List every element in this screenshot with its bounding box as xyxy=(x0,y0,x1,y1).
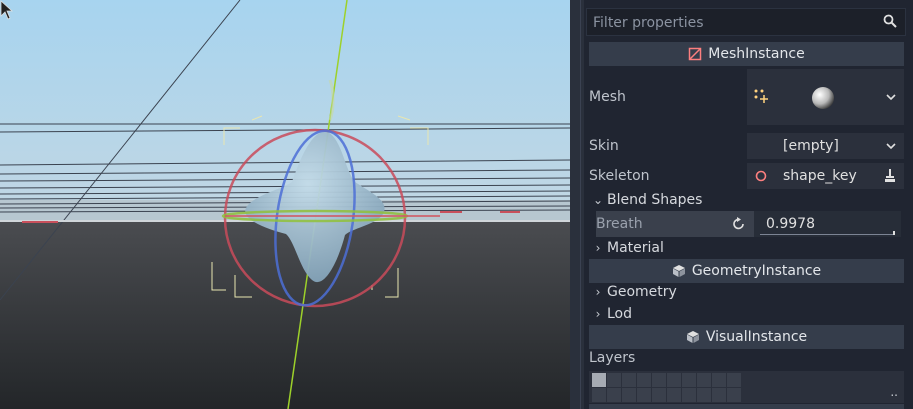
section-geometry-instance: GeometryInstance xyxy=(589,259,904,283)
skeleton-label: Skeleton xyxy=(589,168,650,184)
cube-icon xyxy=(686,331,699,343)
layer-bit[interactable] xyxy=(592,388,606,402)
3d-viewport[interactable] xyxy=(0,0,570,409)
layer-bit[interactable] xyxy=(637,388,651,402)
chevron-down-icon[interactable] xyxy=(886,133,896,159)
skin-property: Skin [empty] xyxy=(589,133,904,159)
inspector-panel: MeshInstance Mesh xyxy=(584,0,913,409)
skin-resource-picker[interactable]: [empty] xyxy=(747,133,904,159)
layer-bit[interactable] xyxy=(607,373,621,387)
mesh-instance-icon xyxy=(689,47,702,61)
layer-bit[interactable] xyxy=(727,373,741,387)
mesh-label: Mesh xyxy=(589,89,626,105)
layer-bit[interactable] xyxy=(697,373,711,387)
mesh-preview-icon xyxy=(812,87,834,109)
geometry-section[interactable]: › Geometry xyxy=(589,281,904,303)
chevron-right-icon: › xyxy=(595,241,601,255)
filter-properties-field[interactable] xyxy=(586,8,906,37)
blend-shapes-label: Blend Shapes xyxy=(607,192,703,208)
section-title: GeometryInstance xyxy=(691,263,822,279)
revert-icon[interactable] xyxy=(731,216,747,232)
layer-bit[interactable] xyxy=(607,388,621,402)
layer-bit[interactable] xyxy=(592,373,606,387)
breath-property: Breath 0.9978 xyxy=(596,211,901,237)
geometry-label: Geometry xyxy=(607,284,677,300)
layers-grid xyxy=(592,373,741,402)
section-visual-instance: VisualInstance xyxy=(589,325,904,349)
layer-bit[interactable] xyxy=(682,373,696,387)
skeleton-nodepath-field[interactable]: shape_key xyxy=(747,163,904,189)
layers-field: .. xyxy=(589,371,904,403)
breath-value-slider[interactable]: 0.9978 xyxy=(754,211,901,237)
breath-label: Breath xyxy=(596,216,643,232)
layer-bit[interactable] xyxy=(712,388,726,402)
filter-properties-input[interactable] xyxy=(587,9,875,37)
layer-bit[interactable] xyxy=(652,388,666,402)
chevron-down-icon[interactable] xyxy=(886,69,896,125)
skeleton-value: shape_key xyxy=(783,168,857,184)
dock-splitter[interactable] xyxy=(570,0,584,409)
material-label: Material xyxy=(607,240,664,256)
viewport-canvas xyxy=(0,0,570,409)
lod-section[interactable]: › Lod xyxy=(589,303,904,325)
blend-shapes-section[interactable]: ⌄ Blend Shapes xyxy=(589,189,904,211)
skin-label: Skin xyxy=(589,138,619,154)
cube-icon xyxy=(672,265,685,277)
next-section-header xyxy=(589,404,904,409)
ground xyxy=(0,222,570,409)
new-resource-icon xyxy=(754,89,768,103)
chevron-right-icon: › xyxy=(595,285,601,299)
clear-icon[interactable] xyxy=(884,169,896,183)
layer-bit[interactable] xyxy=(697,388,711,402)
skeleton-icon xyxy=(755,170,767,182)
layer-bit[interactable] xyxy=(652,373,666,387)
chevron-right-icon: › xyxy=(595,307,601,321)
mesh-property: Mesh xyxy=(589,69,904,125)
layers-label: Layers xyxy=(589,350,636,366)
material-section[interactable]: › Material xyxy=(589,237,904,259)
cursor-icon xyxy=(0,0,14,20)
layer-bit[interactable] xyxy=(727,388,741,402)
layer-bit[interactable] xyxy=(712,373,726,387)
mesh-resource-picker[interactable] xyxy=(747,69,904,125)
layer-bit[interactable] xyxy=(667,373,681,387)
section-title: MeshInstance xyxy=(708,46,805,62)
layer-bit[interactable] xyxy=(622,373,636,387)
chevron-down-icon: ⌄ xyxy=(592,193,604,207)
layer-bit[interactable] xyxy=(682,388,696,402)
lod-label: Lod xyxy=(607,306,633,322)
search-icon[interactable] xyxy=(883,14,897,28)
skin-value: [empty] xyxy=(783,138,839,154)
layer-bit[interactable] xyxy=(637,373,651,387)
layers-menu-button[interactable]: .. xyxy=(890,385,898,399)
section-mesh-instance: MeshInstance xyxy=(589,42,904,66)
section-title: VisualInstance xyxy=(705,329,808,345)
layer-bit[interactable] xyxy=(667,388,681,402)
layer-bit[interactable] xyxy=(622,388,636,402)
skeleton-property: Skeleton shape_key xyxy=(589,163,904,189)
